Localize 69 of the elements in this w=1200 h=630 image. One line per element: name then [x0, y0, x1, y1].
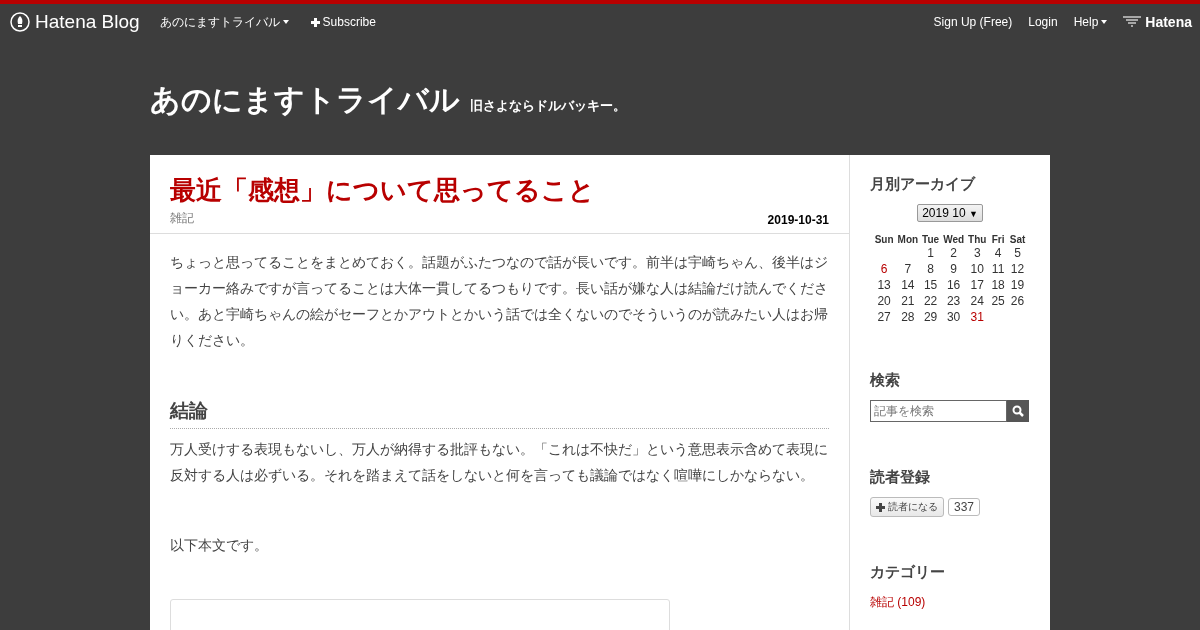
- weekday-label: Tue: [921, 234, 941, 245]
- calendar-day[interactable]: 19: [1007, 277, 1028, 293]
- calendar-day[interactable]: 3: [966, 245, 989, 261]
- weekday-label: Sat: [1008, 234, 1027, 245]
- widget-title: 読者登録: [870, 468, 931, 487]
- calendar-day[interactable]: 28: [895, 309, 921, 325]
- calendar-day[interactable]: 13: [872, 277, 896, 293]
- calendar-day[interactable]: 16: [941, 277, 967, 293]
- calendar-day[interactable]: 22: [920, 293, 942, 309]
- calendar-day[interactable]: 27: [872, 309, 896, 325]
- hatena-logo[interactable]: Hatena: [1123, 14, 1192, 30]
- calendar-day[interactable]: 25: [988, 293, 1008, 309]
- calendar-day[interactable]: 20: [872, 293, 896, 309]
- calendar-day[interactable]: 18: [988, 277, 1008, 293]
- help-menu[interactable]: Help: [1073, 15, 1108, 29]
- calendar-day[interactable]: 2: [941, 245, 967, 261]
- paragraph: 以下本文です。: [170, 537, 269, 555]
- calendar-day[interactable]: 31: [966, 309, 989, 325]
- calendar-day[interactable]: 6: [872, 261, 896, 277]
- calendar-day[interactable]: 5: [1007, 245, 1028, 261]
- calendar-day[interactable]: 10: [966, 261, 989, 277]
- caret-icon: [1101, 20, 1108, 24]
- category-link[interactable]: 雑記: [170, 210, 194, 227]
- calendar-day[interactable]: 4: [988, 245, 1008, 261]
- search-button[interactable]: [1007, 400, 1029, 422]
- article-date[interactable]: 2019-10-31: [767, 213, 829, 227]
- calendar-day[interactable]: 7: [895, 261, 921, 277]
- month-select[interactable]: 2019 10 ▼: [917, 204, 983, 222]
- plus-icon: [310, 17, 320, 27]
- weekday-label: Mon: [896, 234, 920, 245]
- weekday-label: Fri: [990, 234, 1006, 245]
- header-link[interactable]: Login: [1028, 15, 1058, 29]
- widget-title: 検索: [870, 371, 901, 390]
- hatena-blog-logo[interactable]: Hatena Blog: [10, 11, 140, 33]
- search-icon: [1012, 405, 1024, 417]
- paragraph: ちょっと思ってることをまとめておく。話題がふたつなので話が長いです。前半は宇崎ちゃん、後半はジョーカー絡みですが言ってることは大体一貫してるつもりです。長い話が嫌な人は結論だけ読んでください。あと宇崎ちゃんの絵がセーフとかアウトとかいう話では全くないのでそういうのが読みたい人はお帰りください。: [170, 254, 829, 350]
- weekday-label: Sun: [873, 234, 895, 245]
- calendar-day[interactable]: 24: [966, 293, 989, 309]
- paragraph: 万人受けする表現もないし、万人が納得する批評もない。「これは不快だ」という意思表示含めて表現に反対する人は必ずいる。それを踏まえて話をしないと何を言っても議論ではなく喧嘩にしかならない。: [170, 441, 829, 485]
- blog-tagline: 旧さよならドルバッキー。: [470, 97, 626, 115]
- calendar-day[interactable]: 26: [1007, 293, 1028, 309]
- search-field[interactable]: 記事を検索: [870, 400, 1007, 422]
- caret-icon: [282, 20, 289, 24]
- section-heading: 結論: [170, 398, 829, 429]
- calendar-day[interactable]: 29: [920, 309, 942, 325]
- calendar-day[interactable]: 17: [966, 277, 989, 293]
- category-link[interactable]: 雑記 (109): [870, 595, 926, 609]
- calendar-day[interactable]: 15: [920, 277, 942, 293]
- weekday-label: Thu: [967, 234, 988, 245]
- subscribe-link[interactable]: Subscribe: [310, 15, 376, 29]
- weekday-label: Wed: [942, 234, 966, 245]
- blog-title[interactable]: あのにますトライバル: [150, 80, 460, 121]
- calendar-day[interactable]: 9: [941, 261, 967, 277]
- calendar-day[interactable]: 12: [1007, 261, 1028, 277]
- widget-title: 月別アーカイブ: [870, 175, 977, 194]
- calendar-day[interactable]: 23: [941, 293, 967, 309]
- calendar-day[interactable]: 14: [895, 277, 921, 293]
- calendar-day[interactable]: 1: [920, 245, 942, 261]
- reader-count: 337: [948, 498, 981, 516]
- calendar-day[interactable]: 30: [941, 309, 967, 325]
- header-link[interactable]: Sign Up (Free): [933, 15, 1013, 29]
- widget-title: カテゴリー: [870, 563, 946, 582]
- plus-icon: [876, 502, 885, 512]
- calendar-day[interactable]: 8: [920, 261, 942, 277]
- calendar-day[interactable]: 11: [988, 261, 1008, 277]
- calendar-day[interactable]: 21: [895, 293, 921, 309]
- blog-menu[interactable]: あのにますトライバル: [159, 13, 289, 31]
- article-title[interactable]: 最近「感想」について思ってること: [170, 173, 829, 208]
- subscribe-button[interactable]: 読者になる: [870, 497, 944, 517]
